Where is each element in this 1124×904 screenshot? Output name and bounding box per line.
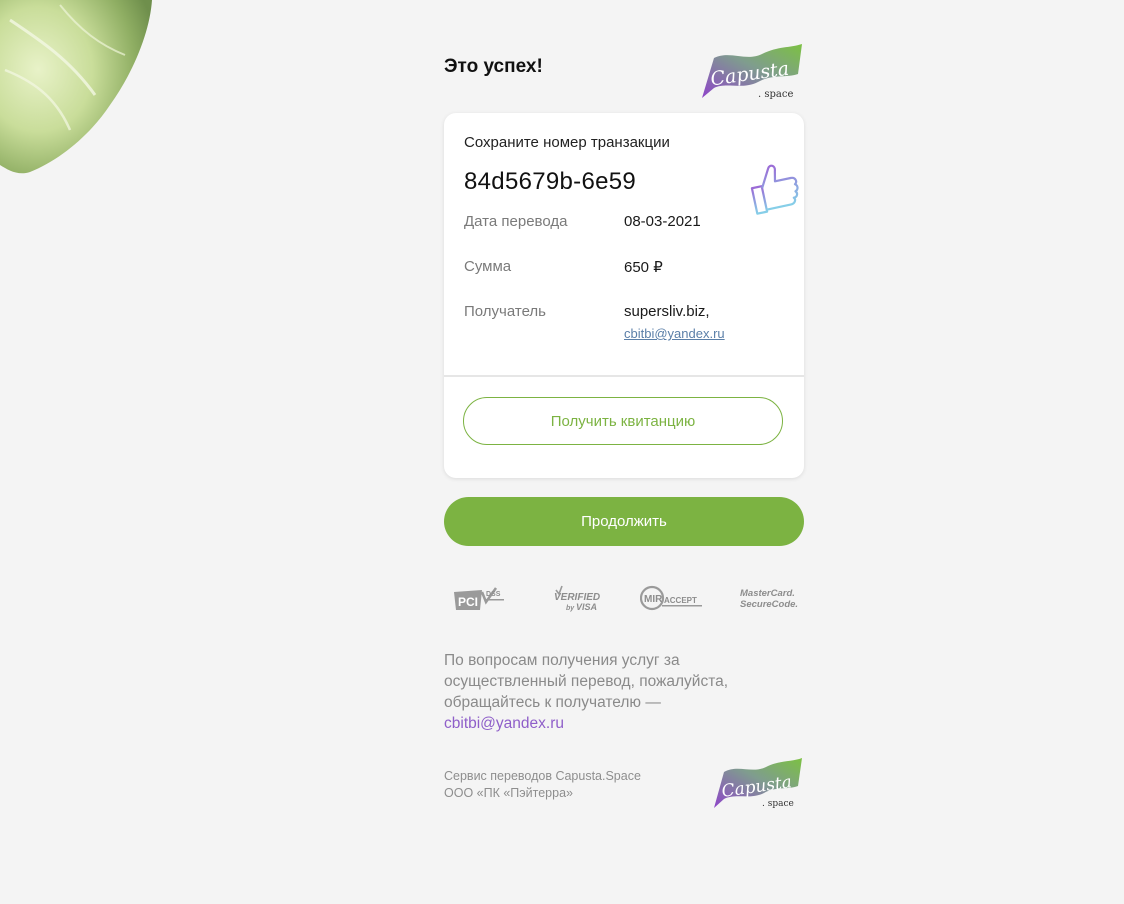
verified-by-visa-logo: VERIFIED by VISA — [554, 585, 600, 612]
card-divider — [444, 375, 804, 377]
recipient-label: Получатель — [464, 303, 546, 320]
svg-text:by: by — [566, 605, 575, 612]
mastercard-securecode-logo: MasterCard. SecureCode. — [740, 588, 798, 610]
thumbs-up-icon — [750, 164, 799, 215]
get-receipt-button[interactable]: Получить квитанцию — [463, 397, 783, 445]
svg-text:DSS: DSS — [486, 591, 501, 598]
support-message: По вопросам получения услуг за осуществл… — [444, 652, 729, 711]
capusta-footer-logo: Capusta . space — [714, 758, 802, 809]
support-email-link[interactable]: cbitbi@yandex.ru — [444, 715, 564, 732]
support-text: По вопросам получения услуг за осуществл… — [444, 650, 774, 734]
page-header: Это успех! Capusta . space — [444, 40, 804, 102]
mir-accept-logo: MIR ACCEPT — [640, 585, 702, 611]
pci-dss-logo: PCI DSS — [454, 587, 504, 610]
transaction-label: Сохраните номер транзакции — [464, 134, 670, 151]
footer-company-name: ООО «ПК «Пэйтерра» — [444, 786, 573, 800]
svg-text:ACCEPT: ACCEPT — [664, 596, 697, 605]
footer-logo-suffix: . space — [762, 799, 794, 809]
svg-text:VISA: VISA — [576, 602, 597, 612]
recipient-email-link[interactable]: cbitbi@yandex.ru — [624, 326, 725, 341]
transaction-card: Сохраните номер транзакции 84d5679b-6e59… — [444, 113, 804, 478]
continue-button[interactable]: Продолжить — [444, 497, 804, 546]
logo-suffix: . space — [758, 89, 793, 100]
svg-text:SecureCode.: SecureCode. — [740, 599, 798, 610]
recipient-value: supersliv.biz, — [624, 303, 710, 320]
svg-text:PCI: PCI — [458, 595, 478, 609]
security-badges: PCI DSS VERIFIED by VISA MIR ACCEPT Mast… — [444, 580, 804, 616]
footer-service-name: Сервис переводов Capusta.Space — [444, 769, 641, 783]
footer: Сервис переводов Capusta.Space ООО «ПК «… — [444, 768, 641, 802]
date-value: 08-03-2021 — [624, 213, 701, 230]
transaction-id: 84d5679b-6e59 — [464, 168, 637, 195]
date-label: Дата перевода — [464, 213, 568, 230]
cabbage-image — [0, 0, 152, 174]
page-title: Это успех! — [444, 56, 543, 77]
amount-label: Сумма — [464, 258, 512, 275]
svg-text:MasterCard.: MasterCard. — [740, 588, 795, 599]
amount-value: 650 ₽ — [624, 259, 663, 276]
capusta-logo: Capusta . space — [702, 44, 802, 100]
svg-text:MIR: MIR — [644, 594, 663, 605]
